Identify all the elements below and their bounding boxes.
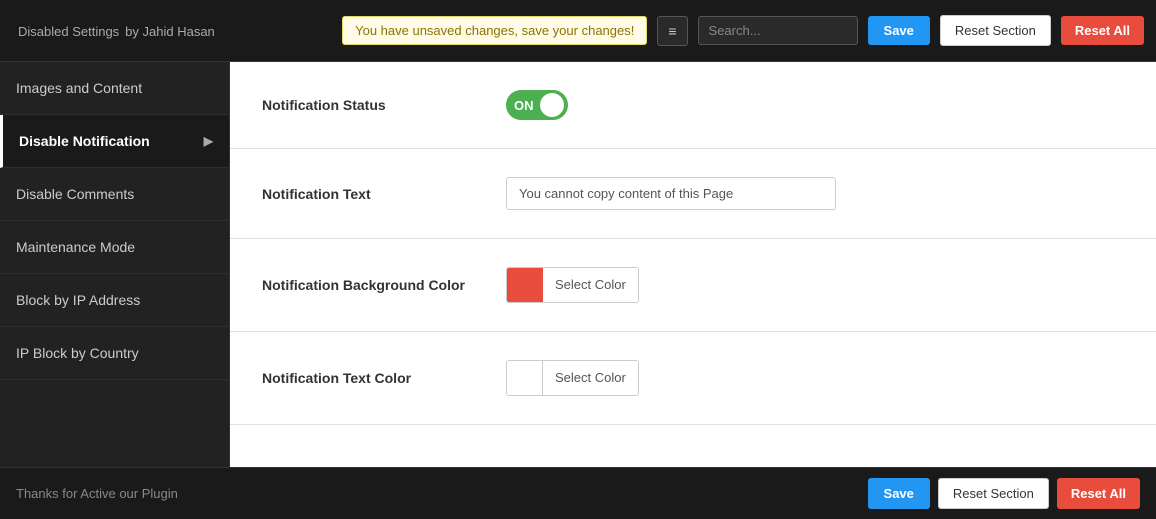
notification-bg-color-swatch: [507, 268, 543, 302]
notification-bg-color-button[interactable]: Select Color: [506, 267, 639, 303]
notification-bg-color-btn-label: Select Color: [543, 268, 638, 302]
sidebar-item-images-content[interactable]: Images and Content: [0, 62, 229, 115]
notification-text-color-button[interactable]: Select Color: [506, 360, 639, 396]
content-area: Notification Status ON Notification Text…: [230, 62, 1156, 467]
notification-text-color-row: Notification Text Color Select Color: [230, 332, 1156, 425]
title-text: Disabled Settings: [18, 24, 119, 39]
notification-text-label: Notification Text: [262, 186, 482, 202]
toggle-circle: [540, 93, 564, 117]
app-title: Disabled Settings by Jahid Hasan: [12, 19, 215, 42]
footer-actions: Save Reset Section Reset All: [868, 478, 1140, 509]
notification-status-toggle[interactable]: ON: [506, 90, 568, 120]
main-layout: Images and Content Disable Notification …: [0, 62, 1156, 467]
notification-status-label: Notification Status: [262, 97, 482, 113]
notification-text-color-btn-label: Select Color: [543, 361, 638, 395]
notification-text-row: Notification Text: [230, 149, 1156, 239]
sidebar-item-disable-notification[interactable]: Disable Notification ▶: [0, 115, 229, 168]
unsaved-notice: You have unsaved changes, save your chan…: [342, 16, 647, 45]
sidebar-item-disable-comments[interactable]: Disable Comments: [0, 168, 229, 221]
notification-bg-color-label: Notification Background Color: [262, 277, 482, 293]
footer-reset-section-button[interactable]: Reset Section: [938, 478, 1049, 509]
footer-text: Thanks for Active our Plugin: [16, 486, 178, 501]
notification-text-control: [506, 177, 836, 210]
notification-text-color-swatch: [507, 361, 543, 395]
notification-bg-color-control: Select Color: [506, 267, 639, 303]
active-arrow-icon: ▶: [204, 134, 213, 148]
notification-bg-color-row: Notification Background Color Select Col…: [230, 239, 1156, 332]
notification-status-control: ON: [506, 90, 568, 120]
menu-icon-button[interactable]: ≡: [657, 16, 687, 46]
search-input[interactable]: [698, 16, 858, 45]
sidebar-item-maintenance-mode[interactable]: Maintenance Mode: [0, 221, 229, 274]
sidebar: Images and Content Disable Notification …: [0, 62, 230, 467]
sidebar-item-ip-block-country[interactable]: IP Block by Country: [0, 327, 229, 380]
sidebar-item-block-by-ip[interactable]: Block by IP Address: [0, 274, 229, 327]
header: Disabled Settings by Jahid Hasan You have…: [0, 0, 1156, 62]
subtitle-text: by Jahid Hasan: [125, 24, 215, 39]
notification-text-color-label: Notification Text Color: [262, 370, 482, 386]
footer-save-button[interactable]: Save: [868, 478, 930, 509]
notification-text-color-control: Select Color: [506, 360, 639, 396]
header-reset-all-button[interactable]: Reset All: [1061, 16, 1144, 45]
toggle-on-label: ON: [514, 98, 534, 113]
footer: Thanks for Active our Plugin Save Reset …: [0, 467, 1156, 519]
header-reset-section-button[interactable]: Reset Section: [940, 15, 1051, 46]
footer-reset-all-button[interactable]: Reset All: [1057, 478, 1140, 509]
header-save-button[interactable]: Save: [868, 16, 930, 45]
notification-text-input[interactable]: [506, 177, 836, 210]
notification-status-row: Notification Status ON: [230, 62, 1156, 149]
